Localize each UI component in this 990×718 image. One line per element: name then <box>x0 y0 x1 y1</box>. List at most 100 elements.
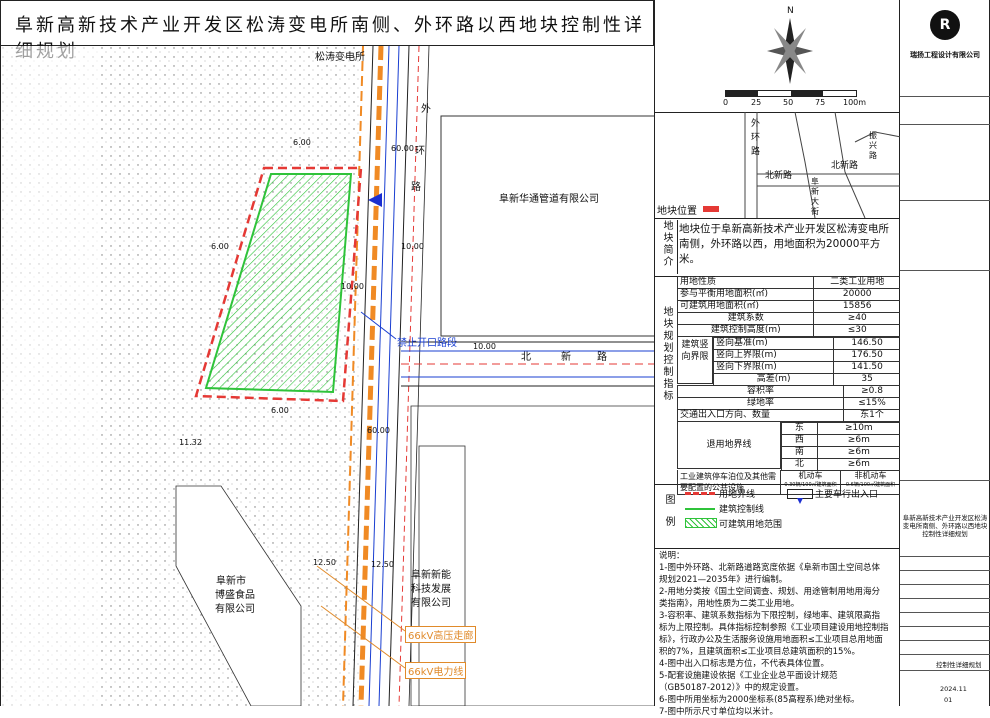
power-line-label: 66kV电力线 <box>405 662 467 679</box>
loc-road: 街 <box>811 207 819 216</box>
legend-item: 可建筑用地范围 <box>719 520 783 530</box>
no-entry-label: 禁止开口路段 <box>397 338 457 349</box>
note-line: 规划2021—2035年》进行编制。 <box>659 575 788 585</box>
road-beixin-1: 北 <box>521 352 531 363</box>
ind-value: ≥40 <box>813 312 901 325</box>
dim-label: 6.00 <box>211 242 229 251</box>
table-row: 东 ≥10m <box>781 422 902 435</box>
ind-label: 建筑控制高度(m) <box>676 324 815 337</box>
scale-bar <box>725 90 857 97</box>
legend-header: 图例 <box>663 494 674 538</box>
scale-tick: 25 <box>751 98 762 107</box>
company-bosheng-1: 阜新市 <box>216 576 246 587</box>
dim-label: 60.00 <box>391 144 414 153</box>
dim-label: 10.00 <box>341 282 364 291</box>
notes-header: 说明： <box>659 551 685 561</box>
scale-tick: 75 <box>815 98 826 107</box>
intro-header: 地块简介 <box>659 220 678 274</box>
table-row: 建筑控制高度(m) ≤30 <box>676 324 901 337</box>
table-row: 高差(m) 35 <box>712 373 901 386</box>
ind-label: 竖向上界限(m) <box>712 349 835 362</box>
setback-dir: 北 <box>781 458 818 471</box>
parking-col: 机动车 <box>798 471 823 480</box>
note-line: 2-用地分类按《国土空间调查、规划、用途管制用地用海分 <box>659 587 880 597</box>
xinneng-parcel <box>410 405 654 706</box>
plan-map: 松涛变电所 外 环 路 北 新 路 阜新华通管道有限公司 阜新市 博盛食品 有限… <box>0 46 654 706</box>
legend-item: 用地界线 <box>719 490 756 500</box>
vertical-table: 竖向基准(m) 146.50 竖向上界限(m) 176.50 竖向下界限(m) 141… <box>712 337 901 386</box>
ind-value: ≤30 <box>813 324 901 337</box>
scale-tick: 100m <box>843 98 867 107</box>
location-block: 外 环 路 北新路 北新路 阜 新 大 街 振 兴 路 地块位置 <box>655 112 901 219</box>
intro-block: 地块简介 地块位于阜新高新技术产业开发区松涛变电所南侧，外环路以西，用地面积为2… <box>655 218 901 277</box>
note-line: （GB50187-2012）》中的规定设置。 <box>659 683 804 693</box>
note-line: 3-容积率、建筑系数指标为下限控制，绿地率、建筑限高指 <box>659 611 880 621</box>
ind-value: 35 <box>833 373 901 386</box>
note-line: 积的7%，且建筑面积≤工业项目总建筑面积的15%。 <box>659 647 861 657</box>
dim-label: 12.50 <box>371 560 394 569</box>
drawing-name: 控制性详细规划 <box>936 661 982 669</box>
ind-label: 用地性质 <box>676 276 815 289</box>
project-caption: 阜新高新技术产业开发区松涛变电所南侧、外环路以西地块控制性详细规划 <box>902 514 988 538</box>
note-line: 标为上限控制。具体指标控制参照《工业项目建设用地控制指 <box>659 623 889 633</box>
substation-label: 松涛变电所 <box>315 52 365 63</box>
table-row: 竖向上界限(m) 176.50 <box>712 349 901 362</box>
table-row: 可建筑用地面积(㎡) 15856 <box>676 300 901 313</box>
location-legend-swatch <box>703 206 719 212</box>
note-line: 类指南》，用地性质为二类工业用地。 <box>659 599 800 609</box>
road-center-orange <box>358 46 384 706</box>
indicators-block: 地块规划控制指标 用地性质 二类工业用地 参与平衡用地面积(㎡) 20000 可建筑… <box>655 276 902 495</box>
loc-road: 北新路 <box>765 171 793 181</box>
legend-item: 主要车行出入口 <box>815 490 879 500</box>
road-waihuan-1: 外 <box>421 104 431 115</box>
setback-val: ≥10m <box>816 422 902 435</box>
company-bosheng-2: 博盛食品 <box>215 590 255 601</box>
ind-label: 高差(m) <box>712 373 835 386</box>
setback-dir: 东 <box>781 422 818 435</box>
dim-label: 11.32 <box>179 438 202 447</box>
drawing-date: 2024.11 <box>940 685 967 693</box>
buildable-swatch <box>685 518 717 528</box>
company-logo-icon: R <box>930 10 960 40</box>
ind-label: 交通出入口方向、数量 <box>676 409 845 422</box>
dim-label: 10.00 <box>401 242 424 251</box>
indicators-header: 地块规划控制指标 <box>661 306 672 402</box>
compass-rose-icon <box>767 18 813 84</box>
title-bar: 阜新高新技术产业开发区松涛变电所南侧、外环路以西地块控制性详细规划 <box>0 0 654 62</box>
legend-item: 建筑控制线 <box>719 505 765 515</box>
note-line: 7-图中所示尺寸单位均以米计。 <box>659 707 778 717</box>
drawing-number: 01 <box>944 696 953 704</box>
ind-value: 176.50 <box>833 349 901 362</box>
location-label: 地块位置 <box>657 206 697 217</box>
entry-swatch <box>787 489 813 504</box>
road-beixin-2: 新 <box>561 352 571 363</box>
dim-label: 6.00 <box>293 138 311 147</box>
table-row: 竖向基准(m) 146.50 <box>712 337 901 350</box>
table-row: 参与平衡用地面积(㎡) 20000 <box>676 288 901 301</box>
setback-dir: 南 <box>781 446 818 459</box>
ind-value: ≤15% <box>843 397 901 410</box>
ind-value: 20000 <box>813 288 901 301</box>
dim-label: 60.00 <box>367 426 390 435</box>
company-xinneng-3: 有限公司 <box>411 598 451 609</box>
note-line: 5-配套设施建设依据《工业企业总平面设计规范 <box>659 671 838 681</box>
ind-label: 竖向基准(m) <box>712 337 835 350</box>
loc-road: 路 <box>869 151 877 160</box>
road-waihuan-3: 路 <box>411 182 421 193</box>
setback-val: ≥6m <box>816 434 902 447</box>
table-row: 用地性质 二类工业用地 <box>676 276 901 289</box>
boundary-swatch <box>685 492 715 495</box>
vertical-group-label: 建筑竖向界限 <box>677 337 713 384</box>
table-row: 容积率 ≥0.8 <box>676 385 901 398</box>
table-row: 西 ≥6m <box>781 434 902 447</box>
ind-label: 建筑系数 <box>676 312 815 325</box>
dim-label: 6.00 <box>271 406 289 415</box>
info-panel: N 0 25 50 75 100m 外 环 路 北新路 北新路 阜 新 大 街 … <box>654 0 902 717</box>
ind-value: 141.50 <box>833 361 901 374</box>
ind-value: 东1个 <box>843 409 901 422</box>
ind-label: 绿地率 <box>676 397 845 410</box>
hv-corridor-label: 66kV高压走廊 <box>405 626 477 643</box>
north-label: N <box>787 6 794 16</box>
road-waihuan-2: 环 <box>415 146 425 157</box>
note-line: 6-图中所用坐标为2000坐标系(85高程系)绝对坐标。 <box>659 695 860 705</box>
